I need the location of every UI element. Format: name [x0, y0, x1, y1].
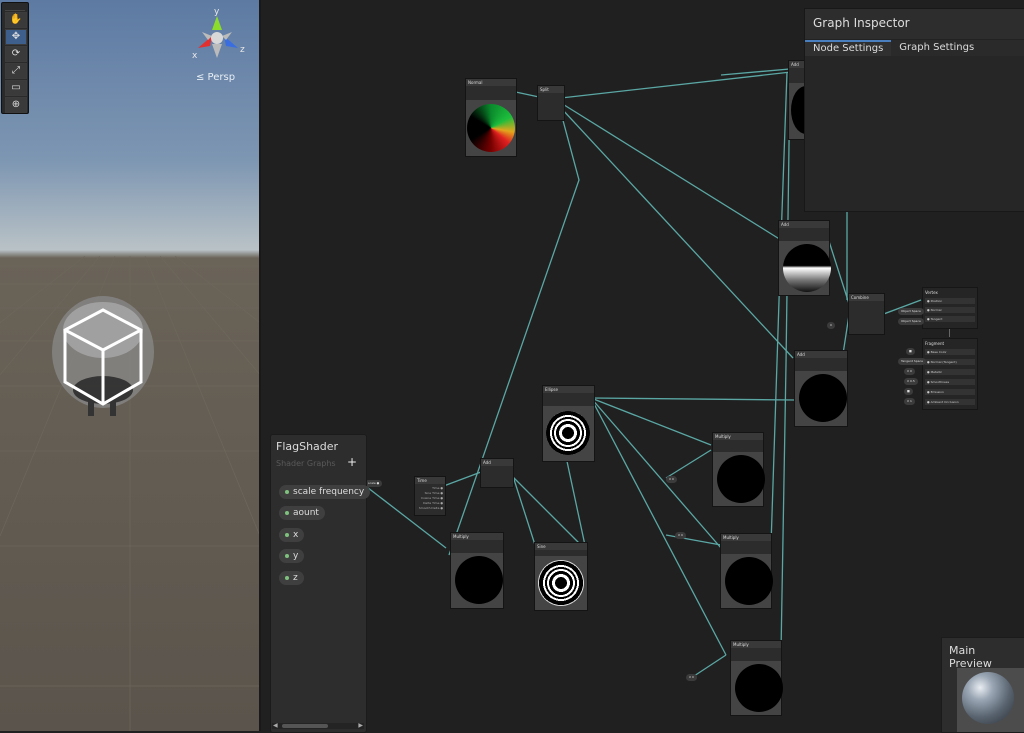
scene-tool-palette: ✋ ✥ ⟳ ⤢ ▭ ⊕: [1, 2, 29, 114]
graph-inspector-title: Graph Inspector: [805, 9, 1024, 39]
vertex-normal-input[interactable]: Object Space: [898, 308, 924, 315]
add-node-middle[interactable]: Add: [778, 220, 831, 296]
fragment-basecolor-input[interactable]: ■: [906, 348, 915, 355]
hand-tool-icon[interactable]: ✋: [5, 12, 27, 28]
node-title: Ellipse: [543, 386, 594, 393]
rect-tool-icon[interactable]: ▭: [5, 80, 27, 96]
node-title: Multiply: [451, 533, 503, 540]
vertex-context-title: Vertex: [925, 290, 938, 295]
sine-node[interactable]: Sine: [534, 542, 588, 611]
fragment-smoothness-input[interactable]: X 0.5: [904, 378, 918, 385]
rotate-tool-icon[interactable]: ⟳: [5, 46, 27, 62]
multiply-node-left[interactable]: Multiply: [450, 532, 504, 609]
add-node-right[interactable]: Add: [794, 350, 848, 427]
move-tool-icon[interactable]: ✥: [5, 29, 27, 45]
blackboard-panel[interactable]: FlagShader Shader Graphs + scale frequen…: [270, 434, 371, 733]
multiply-input-field-3[interactable]: X 0: [686, 674, 697, 681]
add-node-small[interactable]: Add: [480, 458, 514, 488]
camera-mode-label[interactable]: ≤ Persp: [196, 72, 235, 83]
tab-graph-settings[interactable]: Graph Settings: [891, 40, 982, 56]
tab-node-settings[interactable]: Node Settings: [805, 40, 892, 56]
multiply-input-field-1[interactable]: X 0: [666, 476, 677, 483]
node-title: Normal: [466, 79, 516, 86]
blackboard-subtitle: Shader Graphs: [276, 459, 336, 468]
scroll-left-icon[interactable]: ◀: [273, 722, 278, 729]
node-preview: [466, 100, 516, 156]
node-title: Add: [779, 221, 829, 228]
normal-node[interactable]: Normal: [465, 78, 517, 157]
preview-sphere: [962, 672, 1014, 724]
scene-view[interactable]: ✋ ✥ ⟳ ⤢ ▭ ⊕ y x z ≤ Persp: [0, 0, 259, 731]
split-node[interactable]: Split: [537, 85, 565, 121]
node-title: Add: [795, 351, 847, 358]
main-preview-viewport[interactable]: [957, 668, 1024, 732]
property-y[interactable]: y: [279, 549, 305, 563]
node-title: Split: [538, 86, 564, 93]
combine-input-field[interactable]: 0: [827, 322, 835, 329]
node-title: Sine: [535, 543, 587, 550]
graph-inspector-tabs: Node Settings Graph Settings: [805, 39, 1024, 56]
scale-tool-icon[interactable]: ⤢: [5, 63, 27, 79]
vertex-tangent-input[interactable]: Object Space: [898, 318, 924, 325]
fragment-context-title: Fragment: [925, 341, 945, 346]
graph-inspector-panel[interactable]: Graph Inspector Node Settings Graph Sett…: [804, 8, 1024, 212]
property-aount[interactable]: aount: [279, 506, 325, 520]
gizmo-y-label: y: [214, 8, 220, 17]
multiply-input-field-2[interactable]: X 0: [675, 532, 686, 539]
orientation-gizmo[interactable]: y x z: [190, 8, 250, 68]
node-title: Multiply: [721, 534, 771, 541]
node-title: Multiply: [713, 433, 763, 440]
property-x[interactable]: x: [279, 528, 305, 542]
node-title: Time: [415, 477, 445, 484]
multiply-node-3[interactable]: Multiply: [730, 640, 783, 716]
fragment-metallic-input[interactable]: X 0: [904, 368, 915, 375]
transform-tool-icon[interactable]: ⊕: [5, 97, 27, 113]
gizmo-x-label: x: [192, 51, 198, 61]
vertex-context[interactable]: Vertex ● Position ● Normal ● Tangent: [922, 287, 978, 329]
combine-node[interactable]: Combine: [848, 293, 885, 335]
multiply-node-2[interactable]: Multiply: [720, 533, 773, 609]
gizmo-z-label: z: [240, 45, 245, 55]
time-node[interactable]: Time Time ● Sine Time ● Cosine Time ● Delta…: [414, 476, 446, 516]
node-title: Add: [481, 459, 513, 466]
fragment-normal-input[interactable]: Tangent Space: [898, 358, 926, 365]
node-title: Combine: [849, 294, 884, 301]
property-scale-frequency[interactable]: scale frequency: [279, 485, 371, 499]
node-title: Multiply: [731, 641, 781, 648]
scrollbar-thumb[interactable]: [282, 724, 328, 728]
property-z[interactable]: z: [279, 571, 304, 585]
blackboard-title: FlagShader: [276, 440, 339, 453]
main-preview-title: Main Preview: [949, 644, 992, 670]
scroll-right-icon[interactable]: ▶: [358, 722, 363, 729]
stack-connector: [949, 329, 950, 337]
blackboard-scrollbar[interactable]: ◀ ▶: [272, 722, 364, 729]
ellipse-node[interactable]: Ellipse: [542, 385, 595, 462]
fragment-emission-input[interactable]: ■: [904, 388, 913, 395]
fragment-ao-input[interactable]: X 1: [904, 398, 915, 405]
multiply-node-1[interactable]: Multiply: [712, 432, 765, 507]
add-property-button[interactable]: +: [347, 455, 357, 469]
fragment-context[interactable]: Fragment ● Base Color ● Normal (Tangent)…: [922, 338, 978, 410]
scene-object-preview[interactable]: [48, 290, 158, 425]
main-preview-panel[interactable]: Main Preview: [941, 637, 1024, 733]
